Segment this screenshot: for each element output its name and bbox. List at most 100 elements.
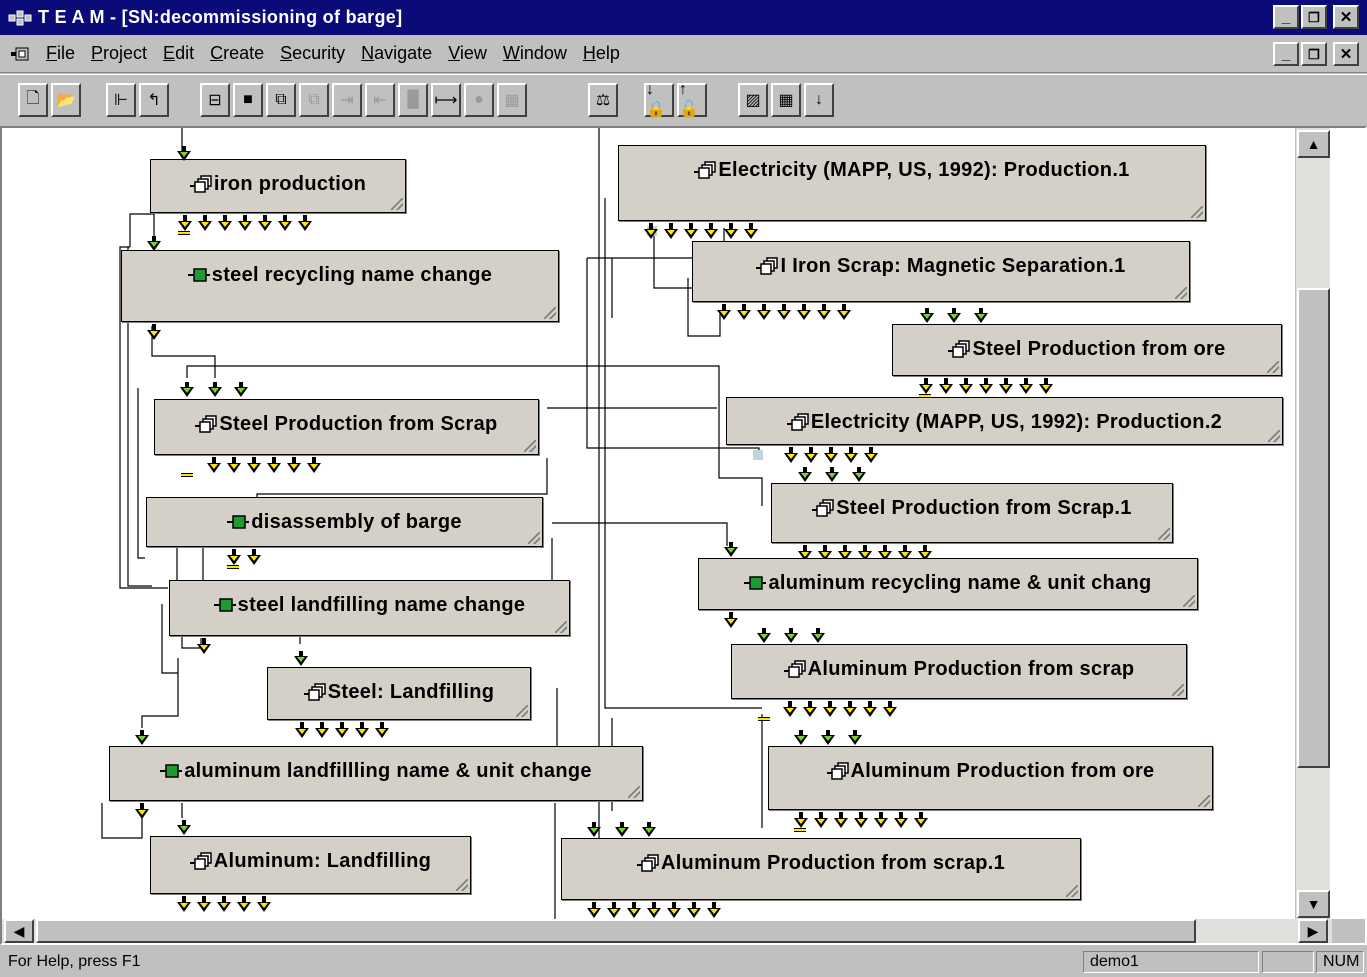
node-disassembly[interactable]: disassembly of barge <box>146 497 543 547</box>
input-arrow-icon[interactable] <box>208 382 222 403</box>
node-alu-prod-scrap[interactable]: Aluminum Production from scrap <box>731 644 1187 699</box>
input-arrow-icon[interactable] <box>135 730 149 751</box>
input-arrow-icon[interactable] <box>615 822 629 843</box>
doc-close-button[interactable]: ✕ <box>1333 42 1359 66</box>
output-arrow-icon[interactable] <box>863 701 877 719</box>
output-arrow-icon[interactable] <box>664 223 678 241</box>
menu-security[interactable]: Security <box>272 43 353 64</box>
node-steel-recycling[interactable]: steel recycling name change <box>121 250 559 322</box>
menu-file[interactable]: File <box>38 43 83 64</box>
resize-grip-icon[interactable] <box>456 879 468 891</box>
node-alu-prod-ore[interactable]: Aluminum Production from ore <box>768 746 1213 810</box>
output-arrow-icon[interactable] <box>247 457 261 475</box>
resize-grip-icon[interactable] <box>555 621 567 633</box>
output-arrow-icon[interactable] <box>355 722 369 740</box>
output-arrow-icon[interactable] <box>1039 378 1053 396</box>
output-arrow-icon[interactable] <box>843 701 857 719</box>
table-button[interactable]: ▦ <box>771 83 801 117</box>
output-arrow-icon[interactable] <box>307 457 321 475</box>
output-arrow-icon[interactable] <box>777 304 791 322</box>
module-button[interactable]: ⊟ <box>200 83 230 117</box>
output-arrow-icon[interactable] <box>707 902 721 919</box>
output-arrow-icon[interactable] <box>979 378 993 396</box>
input-arrow-icon[interactable] <box>821 730 835 751</box>
output-arrow-icon[interactable] <box>287 457 301 475</box>
output-arrow-icon[interactable] <box>267 457 281 475</box>
output-arrow-icon[interactable] <box>914 812 928 830</box>
output-arrow-icon[interactable] <box>295 722 309 740</box>
resize-grip-icon[interactable] <box>1191 206 1203 218</box>
output-arrow-icon[interactable] <box>999 378 1013 396</box>
output-arrow-icon[interactable] <box>757 304 771 322</box>
output-arrow-icon[interactable] <box>939 378 953 396</box>
output-arrow-icon[interactable] <box>237 896 251 914</box>
input-arrow-icon[interactable] <box>724 542 738 563</box>
vertical-scrollbar[interactable]: ▲ ▼ <box>1295 128 1330 919</box>
input-arrow-icon[interactable] <box>811 628 825 649</box>
menu-project[interactable]: Project <box>83 43 155 64</box>
output-arrow-icon[interactable] <box>817 304 831 322</box>
output-arrow-icon[interactable] <box>724 612 738 630</box>
node-steel-prod-ore[interactable]: Steel Production from ore <box>892 324 1282 376</box>
output-arrow-icon[interactable] <box>238 215 252 233</box>
link-in-button[interactable]: ⇥ <box>332 83 362 117</box>
node-steel-landfill-name[interactable]: steel landfilling name change <box>169 580 570 636</box>
green-module-button[interactable]: ■ <box>233 83 263 117</box>
node-electricity-1[interactable]: Electricity (MAPP, US, 1992): Production… <box>618 145 1206 221</box>
output-arrow-icon[interactable] <box>894 812 908 830</box>
menu-edit[interactable]: Edit <box>155 43 202 64</box>
output-arrow-icon[interactable] <box>627 902 641 919</box>
menu-window[interactable]: Window <box>495 43 575 64</box>
output-arrow-icon[interactable] <box>874 812 888 830</box>
output-arrow-icon[interactable] <box>587 902 601 919</box>
output-arrow-icon[interactable] <box>684 223 698 241</box>
menu-help[interactable]: Help <box>575 43 628 64</box>
output-arrow-icon[interactable] <box>844 447 858 465</box>
input-arrow-icon[interactable] <box>798 467 812 488</box>
resize-grip-icon[interactable] <box>391 198 403 210</box>
node-steel-prod-scrap[interactable]: Steel Production from Scrap <box>154 399 539 455</box>
resize-grip-icon[interactable] <box>1267 361 1279 373</box>
output-arrow-icon[interactable] <box>298 215 312 233</box>
input-arrow-icon[interactable] <box>848 730 862 751</box>
span-button[interactable]: ⟼ <box>431 83 461 117</box>
output-arrow-icon[interactable] <box>335 722 349 740</box>
output-arrow-icon[interactable] <box>824 447 838 465</box>
input-arrow-icon[interactable] <box>147 236 161 257</box>
node-alu-landfilling[interactable]: Aluminum: Landfilling <box>150 836 471 894</box>
input-arrow-icon[interactable] <box>177 146 191 167</box>
scroll-down-button[interactable]: ▼ <box>1297 890 1330 918</box>
close-button[interactable]: ✕ <box>1333 5 1359 29</box>
resize-grip-icon[interactable] <box>1268 430 1280 442</box>
output-arrow-icon[interactable] <box>217 896 231 914</box>
output-arrow-icon[interactable] <box>837 304 851 322</box>
output-arrow-icon[interactable] <box>804 447 818 465</box>
output-arrow-icon[interactable] <box>803 701 817 719</box>
output-arrow-icon[interactable] <box>247 549 261 567</box>
input-arrow-icon[interactable] <box>794 730 808 751</box>
node-iron-scrap-mag[interactable]: I Iron Scrap: Magnetic Separation.1 <box>692 241 1190 302</box>
vertical-scroll-thumb[interactable] <box>1297 288 1330 768</box>
new-document-button[interactable]: 🗋 <box>18 83 48 117</box>
node-steel-landfilling[interactable]: Steel: Landfilling <box>267 667 531 720</box>
input-arrow-icon[interactable] <box>920 308 934 329</box>
team-app-icon[interactable] <box>6 6 34 30</box>
output-arrow-icon[interactable] <box>687 902 701 919</box>
input-arrow-icon[interactable] <box>642 822 656 843</box>
resize-grip-icon[interactable] <box>1183 595 1195 607</box>
resize-grip-icon[interactable] <box>1172 684 1184 696</box>
output-arrow-icon[interactable] <box>744 223 758 241</box>
doc-minimize-button[interactable]: _ <box>1273 42 1299 66</box>
lock-down-button[interactable]: ↓🔒 <box>644 81 674 118</box>
input-arrow-icon[interactable] <box>177 820 191 841</box>
output-arrow-icon[interactable] <box>227 457 241 475</box>
tree-view-button[interactable]: ⊩ <box>106 83 136 117</box>
node-steel-prod-scrap-1[interactable]: Steel Production from Scrap.1 <box>771 483 1173 543</box>
output-arrow-icon[interactable] <box>1019 378 1033 396</box>
down-arrow-button[interactable]: ↓ <box>804 83 834 117</box>
input-arrow-icon[interactable] <box>852 467 866 488</box>
output-arrow-icon[interactable] <box>207 457 221 475</box>
menu-navigate[interactable]: Navigate <box>353 43 440 64</box>
scroll-left-button[interactable]: ◀ <box>4 919 34 943</box>
scroll-up-button[interactable]: ▲ <box>1297 130 1330 158</box>
